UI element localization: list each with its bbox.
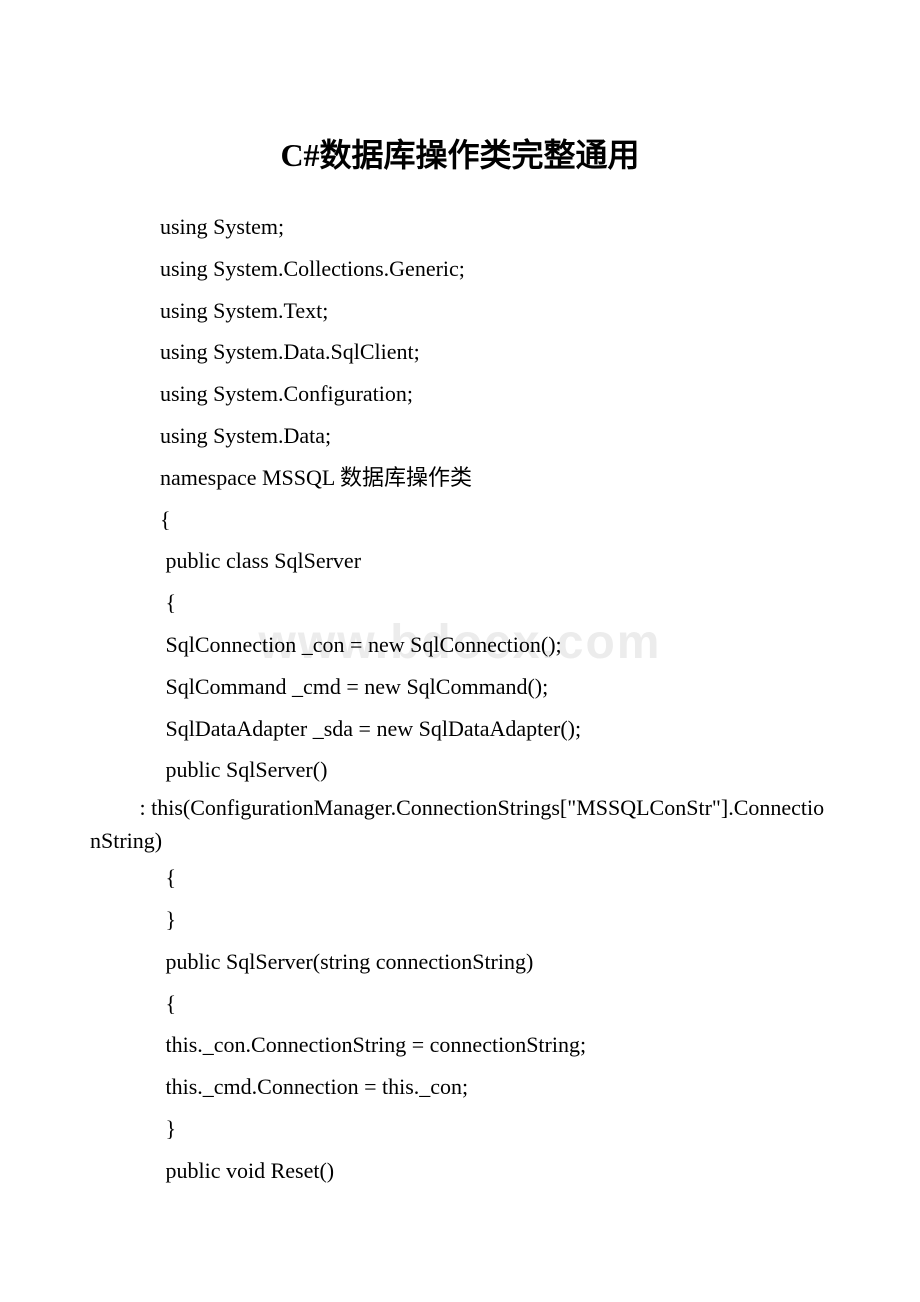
- code-line: namespace MSSQL 数据库操作类: [160, 457, 830, 499]
- code-line: public class SqlServer: [160, 540, 830, 582]
- code-line: }: [160, 1108, 830, 1150]
- code-line: using System.Collections.Generic;: [160, 248, 830, 290]
- code-line: this._cmd.Connection = this._con;: [160, 1066, 830, 1108]
- code-line: using System.Text;: [160, 290, 830, 332]
- code-block: using System; using System.Collections.G…: [90, 206, 830, 1192]
- code-line: public SqlServer(string connectionString…: [160, 941, 830, 983]
- code-line: SqlDataAdapter _sda = new SqlDataAdapter…: [160, 708, 830, 750]
- code-line: using System.Data.SqlClient;: [160, 331, 830, 373]
- code-line: {: [160, 499, 830, 541]
- code-line: using System.Data;: [160, 415, 830, 457]
- code-line: using System.Configuration;: [160, 373, 830, 415]
- code-line: {: [160, 582, 830, 624]
- code-line: public void Reset(): [160, 1150, 830, 1192]
- code-line: SqlCommand _cmd = new SqlCommand();: [160, 666, 830, 708]
- code-line: SqlConnection _con = new SqlConnection()…: [160, 624, 830, 666]
- code-line: : this(ConfigurationManager.ConnectionSt…: [90, 791, 830, 857]
- code-line: public SqlServer(): [160, 749, 830, 791]
- document-title: C#数据库操作类完整通用: [90, 130, 830, 176]
- document-content: C#数据库操作类完整通用 using System; using System.…: [90, 130, 830, 1192]
- code-line: using System;: [160, 206, 830, 248]
- code-line: }: [160, 899, 830, 941]
- code-line: {: [160, 857, 830, 899]
- code-line: {: [160, 983, 830, 1025]
- code-line: this._con.ConnectionString = connectionS…: [160, 1024, 830, 1066]
